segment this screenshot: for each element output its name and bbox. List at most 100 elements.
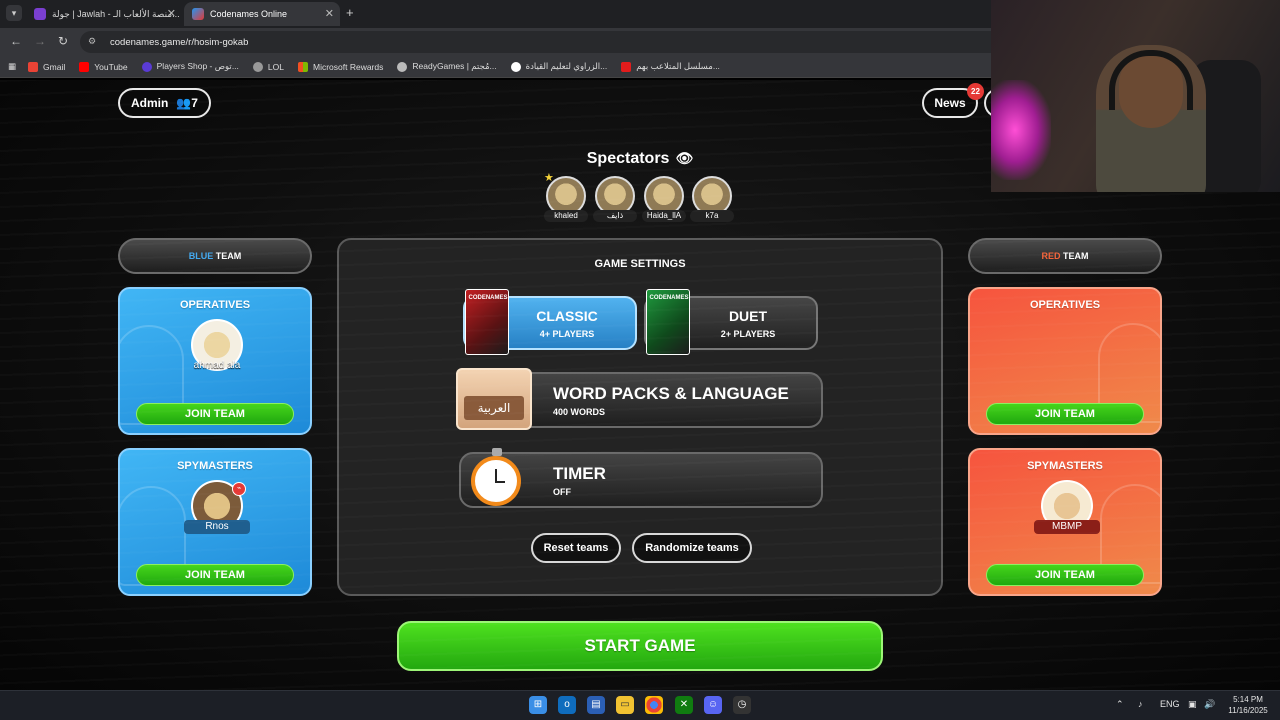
language-card[interactable]: العربية <box>456 368 532 430</box>
spectator-list: ★ khaled ذايف Haida_llA k7a <box>542 172 742 224</box>
gmail-icon <box>28 61 39 72</box>
chrome-icon[interactable] <box>645 696 663 714</box>
site-info-icon[interactable]: ⚙ <box>88 36 100 48</box>
player-name: Rnos <box>184 520 250 534</box>
back-icon[interactable]: ← <box>10 34 22 48</box>
bookmark-label: Players Shop - توص... <box>156 61 239 71</box>
blue-word: BLUE <box>188 251 214 261</box>
admin-button[interactable]: Admin 👥 7 <box>118 88 211 118</box>
close-tab-icon[interactable]: ✕ <box>167 7 176 20</box>
forward-icon[interactable]: → <box>34 34 46 48</box>
microsoft-icon <box>297 61 308 72</box>
bookmark-readygames[interactable]: ReadyGames | مُجتم... <box>397 61 497 72</box>
bookmark-label: الزراوي لتعليم القيادة... <box>525 61 608 71</box>
store-icon[interactable]: ▤ <box>587 696 605 714</box>
mode-players: 2+ PLAYERS <box>720 329 776 339</box>
reset-teams-button[interactable]: Reset teams <box>531 533 621 563</box>
randomize-teams-button[interactable]: Randomize teams <box>632 533 752 563</box>
red-spymaster-player[interactable]: MBMP <box>1034 480 1100 542</box>
join-red-operatives-button[interactable]: JOIN TEAM <box>986 403 1144 425</box>
operatives-title: OPERATIVES <box>1029 299 1101 311</box>
word-count: 400 WORDS <box>553 407 606 417</box>
tab-jawlah[interactable]: جولة | Jawlah - منصة الألعاب الـ... ✕ <box>26 2 182 26</box>
new-tab-icon[interactable]: + <box>346 5 354 20</box>
eye-icon[interactable]: 👁 <box>675 150 693 166</box>
spectators-title: Spectators <box>586 150 670 167</box>
xbox-icon[interactable]: ✕ <box>675 696 693 714</box>
join-red-spymasters-button[interactable]: JOIN TEAM <box>986 564 1144 586</box>
blue-operative-player[interactable]: ahmad ala <box>188 319 246 381</box>
stopwatch-icon <box>471 448 521 506</box>
join-blue-spymasters-button[interactable]: JOIN TEAM <box>136 564 294 586</box>
game-app-icon[interactable]: ◷ <box>733 696 751 714</box>
bookmark-gmail[interactable]: Gmail <box>28 61 66 72</box>
youtube-icon <box>79 61 90 72</box>
start-icon[interactable]: ⊞ <box>529 696 547 714</box>
red-spymasters-card: SPYMASTERS MBMP JOIN TEAM <box>968 448 1162 596</box>
apps-icon[interactable]: ▦ <box>8 61 16 72</box>
jawlah-favicon-icon <box>34 8 46 20</box>
tray-expand-icon[interactable]: ⌃ <box>1116 699 1124 710</box>
red-word: RED <box>1041 251 1061 261</box>
blue-spymasters-card: SPYMASTERS ⌁ Rnos JOIN TEAM <box>118 448 312 596</box>
tab-search-icon[interactable]: ▾ <box>6 5 22 21</box>
operatives-title: OPERATIVES <box>179 299 251 311</box>
stopwatch-hand <box>495 481 505 483</box>
timer-label: TIMER <box>553 464 606 483</box>
language-indicator[interactable]: ENG <box>1160 699 1180 709</box>
stopwatch-knob <box>492 448 502 456</box>
red-team-header: RED TEAM <box>968 238 1162 274</box>
news-button[interactable]: News 22 <box>922 83 984 118</box>
webcam-overlay <box>991 0 1280 192</box>
bookmark-label: Microsoft Rewards <box>312 61 384 72</box>
clock-time: 5:14 PM <box>1233 695 1263 704</box>
bookmark-driving[interactable]: الزراوي لتعليم القيادة... <box>510 61 608 72</box>
bookmark-series[interactable]: مسلسل المتلاعب بهم... <box>621 61 720 72</box>
word-packs-label: WORD PACKS & LANGUAGE <box>553 384 789 403</box>
join-blue-operatives-button[interactable]: JOIN TEAM <box>136 403 294 425</box>
bookmark-microsoft-rewards[interactable]: Microsoft Rewards <box>297 61 384 72</box>
close-tab-icon[interactable]: ✕ <box>325 7 334 20</box>
spymasters-title: SPYMASTERS <box>1027 460 1103 472</box>
box-title: CODENAMES <box>649 295 689 301</box>
player-name: MBMP <box>1034 520 1100 534</box>
bookmark-lol[interactable]: LOL <box>252 61 284 72</box>
network-icon[interactable]: ▣ <box>1188 699 1197 710</box>
tab-title: جولة | Jawlah - منصة الألعاب الـ... <box>52 8 180 19</box>
volume-icon[interactable]: 🔊 <box>1204 699 1215 710</box>
driving-icon <box>510 61 521 72</box>
bookmark-label: Gmail <box>43 61 66 72</box>
codenames-favicon-icon <box>192 8 204 20</box>
spectator-avatar[interactable]: k7a <box>690 176 734 222</box>
series-icon <box>621 61 632 72</box>
clock-date: 11/16/2025 <box>1228 706 1268 715</box>
game-settings-panel: GAME SETTINGS CLASSIC 4+ PLAYERS CODENAM… <box>337 238 943 596</box>
spectator-avatar[interactable]: Haida_llA <box>642 176 686 222</box>
start-game-button[interactable]: START GAME <box>397 621 883 671</box>
spectator-avatar[interactable]: ذايف <box>593 176 637 222</box>
reload-icon[interactable]: ↻ <box>58 34 68 48</box>
blue-operatives-card: OPERATIVES ahmad ala JOIN TEAM <box>118 287 312 435</box>
news-count-badge: 22 <box>967 83 984 100</box>
mode-players: 4+ PLAYERS <box>539 329 595 339</box>
bookmark-label: LOL <box>267 61 284 72</box>
game-settings-title: GAME SETTINGS <box>594 258 686 270</box>
folder-icon[interactable]: ▭ <box>616 696 634 714</box>
language-badge: العربية <box>464 396 524 420</box>
spectator-avatar[interactable]: ★ khaled <box>544 172 588 222</box>
spectator-name: k7a <box>690 210 734 222</box>
system-clock[interactable]: 5:14 PM 11/16/2025 <box>1222 694 1274 716</box>
outlook-icon[interactable]: o <box>558 696 576 714</box>
spectator-name: Haida_llA <box>642 210 686 222</box>
discord-icon[interactable]: ☺ <box>704 696 722 714</box>
spectator-name: ذايف <box>593 210 637 222</box>
blue-spymaster-player[interactable]: ⌁ Rnos <box>184 480 250 542</box>
bookmark-players-shop[interactable]: Players Shop - توص... <box>141 61 239 72</box>
player-name: ahmad ala <box>193 360 241 371</box>
bookmark-youtube[interactable]: YouTube <box>79 61 128 72</box>
tab-codenames[interactable]: Codenames Online ✕ <box>184 2 340 26</box>
pink-light <box>991 80 1051 180</box>
microphone-icon[interactable]: ♪ <box>1138 699 1143 709</box>
bookmark-label: ReadyGames | مُجتم... <box>412 61 497 71</box>
classic-box-art: CODENAMES <box>465 289 509 355</box>
